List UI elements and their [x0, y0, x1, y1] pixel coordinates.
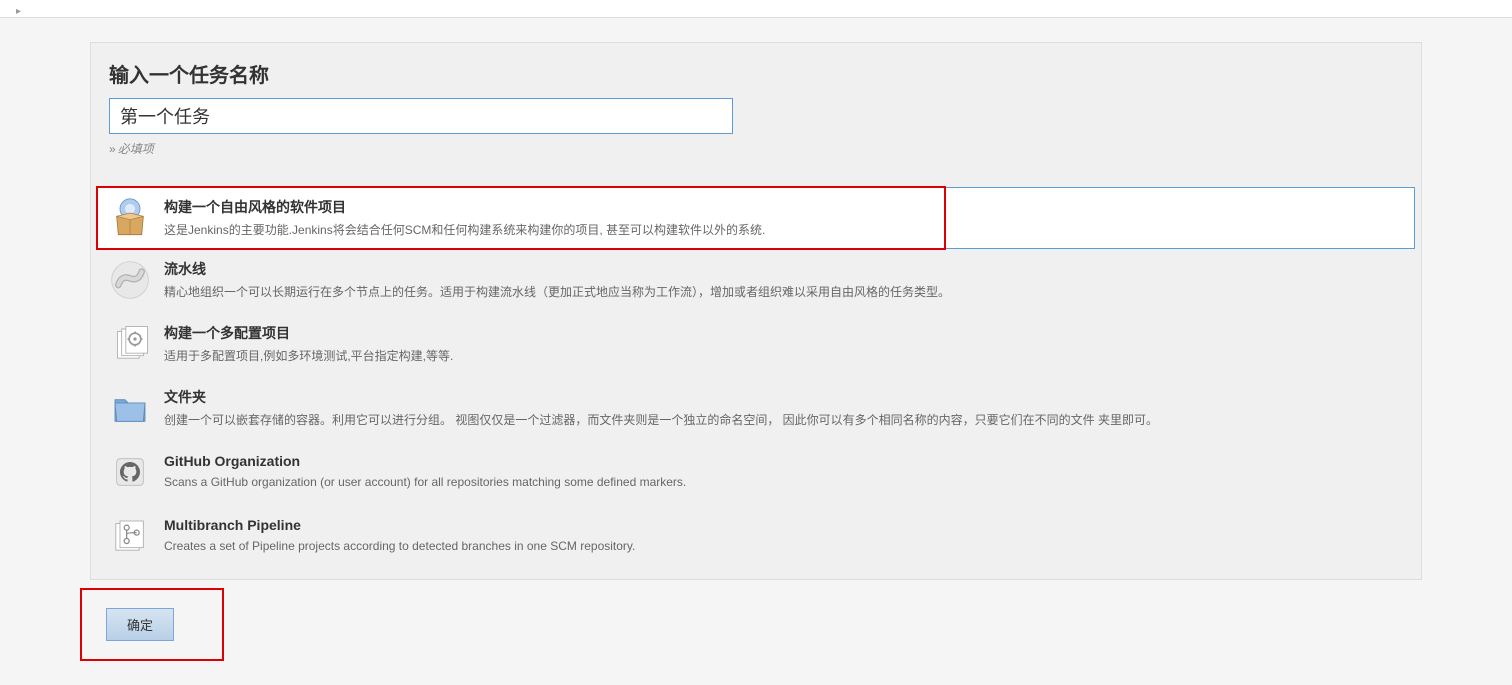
multiconfig-icon [108, 322, 152, 366]
footer-highlight: 确定 [80, 588, 224, 661]
folder-icon [108, 386, 152, 430]
item-title: 构建一个多配置项目 [164, 323, 1404, 343]
item-desc: 适用于多配置项目,例如多环境测试,平台指定构建,等等. [164, 347, 1404, 365]
item-text: 流水线 精心地组织一个可以长期运行在多个节点上的任务。适用于构建流水线（更加正式… [164, 259, 1404, 301]
item-text: 构建一个自由风格的软件项目 这是Jenkins的主要功能.Jenkins将会结合… [164, 197, 1404, 239]
item-desc: Scans a GitHub organization (or user acc… [164, 473, 1404, 491]
content-panel: 输入一个任务名称 »必填项 [90, 42, 1422, 580]
freestyle-project-icon [108, 196, 152, 240]
item-text: 构建一个多配置项目 适用于多配置项目,例如多环境测试,平台指定构建,等等. [164, 323, 1404, 365]
required-hint: »必填项 [109, 140, 1403, 157]
item-title: 构建一个自由风格的软件项目 [164, 197, 1404, 217]
item-text: 文件夹 创建一个可以嵌套存储的容器。利用它可以进行分组。 视图仅仅是一个过滤器，… [164, 387, 1404, 429]
item-title: 流水线 [164, 259, 1404, 279]
item-title: Multibranch Pipeline [164, 517, 1404, 533]
item-desc: 创建一个可以嵌套存储的容器。利用它可以进行分组。 视图仅仅是一个过滤器，而文件夹… [164, 411, 1404, 429]
item-title: 文件夹 [164, 387, 1404, 407]
item-type-github-org[interactable]: GitHub Organization Scans a GitHub organ… [97, 441, 1415, 503]
item-text: Multibranch Pipeline Creates a set of Pi… [164, 517, 1404, 555]
pipeline-icon [108, 258, 152, 302]
github-org-icon [108, 450, 152, 494]
footer-section: 确定 [90, 588, 1422, 661]
name-section: 输入一个任务名称 »必填项 [91, 43, 1421, 163]
item-type-freestyle[interactable]: 构建一个自由风格的软件项目 这是Jenkins的主要功能.Jenkins将会结合… [97, 187, 1415, 249]
item-text: GitHub Organization Scans a GitHub organ… [164, 453, 1404, 491]
item-title: GitHub Organization [164, 453, 1404, 469]
item-desc: 精心地组织一个可以长期运行在多个节点上的任务。适用于构建流水线（更加正式地应当称… [164, 283, 1404, 301]
item-type-pipeline[interactable]: 流水线 精心地组织一个可以长期运行在多个节点上的任务。适用于构建流水线（更加正式… [97, 249, 1415, 311]
item-type-list: 构建一个自由风格的软件项目 这是Jenkins的主要功能.Jenkins将会结合… [97, 187, 1415, 567]
page-container: 输入一个任务名称 »必填项 [90, 42, 1422, 661]
breadcrumb-chevron-icon: ▸ [16, 6, 21, 17]
item-type-multiconfig[interactable]: 构建一个多配置项目 适用于多配置项目,例如多环境测试,平台指定构建,等等. [97, 313, 1415, 375]
ok-button[interactable]: 确定 [106, 608, 174, 641]
multibranch-icon [108, 514, 152, 558]
item-desc: 这是Jenkins的主要功能.Jenkins将会结合任何SCM和任何构建系统来构… [164, 221, 1404, 239]
item-desc: Creates a set of Pipeline projects accor… [164, 537, 1404, 555]
item-type-multibranch[interactable]: Multibranch Pipeline Creates a set of Pi… [97, 505, 1415, 567]
item-type-folder[interactable]: 文件夹 创建一个可以嵌套存储的容器。利用它可以进行分组。 视图仅仅是一个过滤器，… [97, 377, 1415, 439]
page-title: 输入一个任务名称 [109, 59, 1403, 88]
breadcrumb-bar: ▸ [0, 0, 1512, 18]
item-name-input[interactable] [109, 98, 733, 134]
